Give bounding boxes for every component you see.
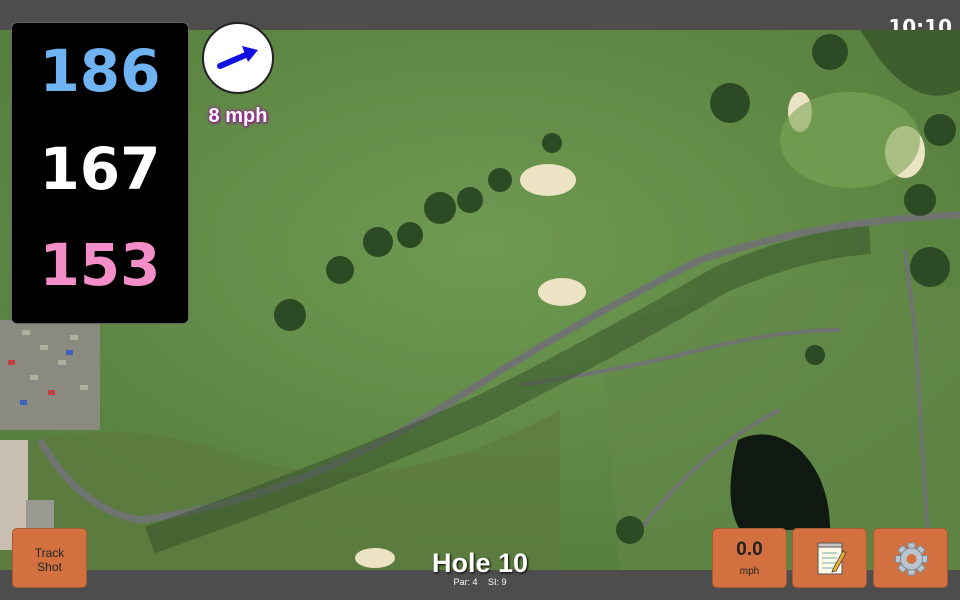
back-distance: 153: [39, 231, 161, 299]
wind-arrow-icon: [217, 46, 258, 69]
hole-meta: Par: 4 SI: 9: [380, 577, 580, 587]
speed-value: 0.0: [736, 539, 763, 560]
track-shot-button[interactable]: Track Shot: [12, 528, 87, 588]
speed-unit: mph: [739, 566, 760, 577]
track-shot-label-line1: Track: [34, 546, 65, 560]
gear-icon: [895, 542, 928, 576]
track-shot-label-line2: Shot: [37, 560, 62, 574]
hole-par: Par: 4: [453, 577, 478, 587]
notepad-icon: [817, 542, 847, 575]
front-distance: 186: [39, 37, 161, 105]
hole-stroke-index: SI: 9: [488, 577, 507, 587]
settings-button[interactable]: [873, 528, 948, 588]
speed-button[interactable]: 0.0 mph: [712, 528, 787, 588]
distance-panel: 186 167 153: [11, 22, 189, 324]
middle-distance: 167: [39, 135, 161, 203]
notes-button[interactable]: [792, 528, 867, 588]
wind-speed-label: 8 mph: [208, 105, 268, 127]
hole-title: Hole 10: [431, 548, 529, 578]
wind-indicator: [202, 22, 274, 94]
